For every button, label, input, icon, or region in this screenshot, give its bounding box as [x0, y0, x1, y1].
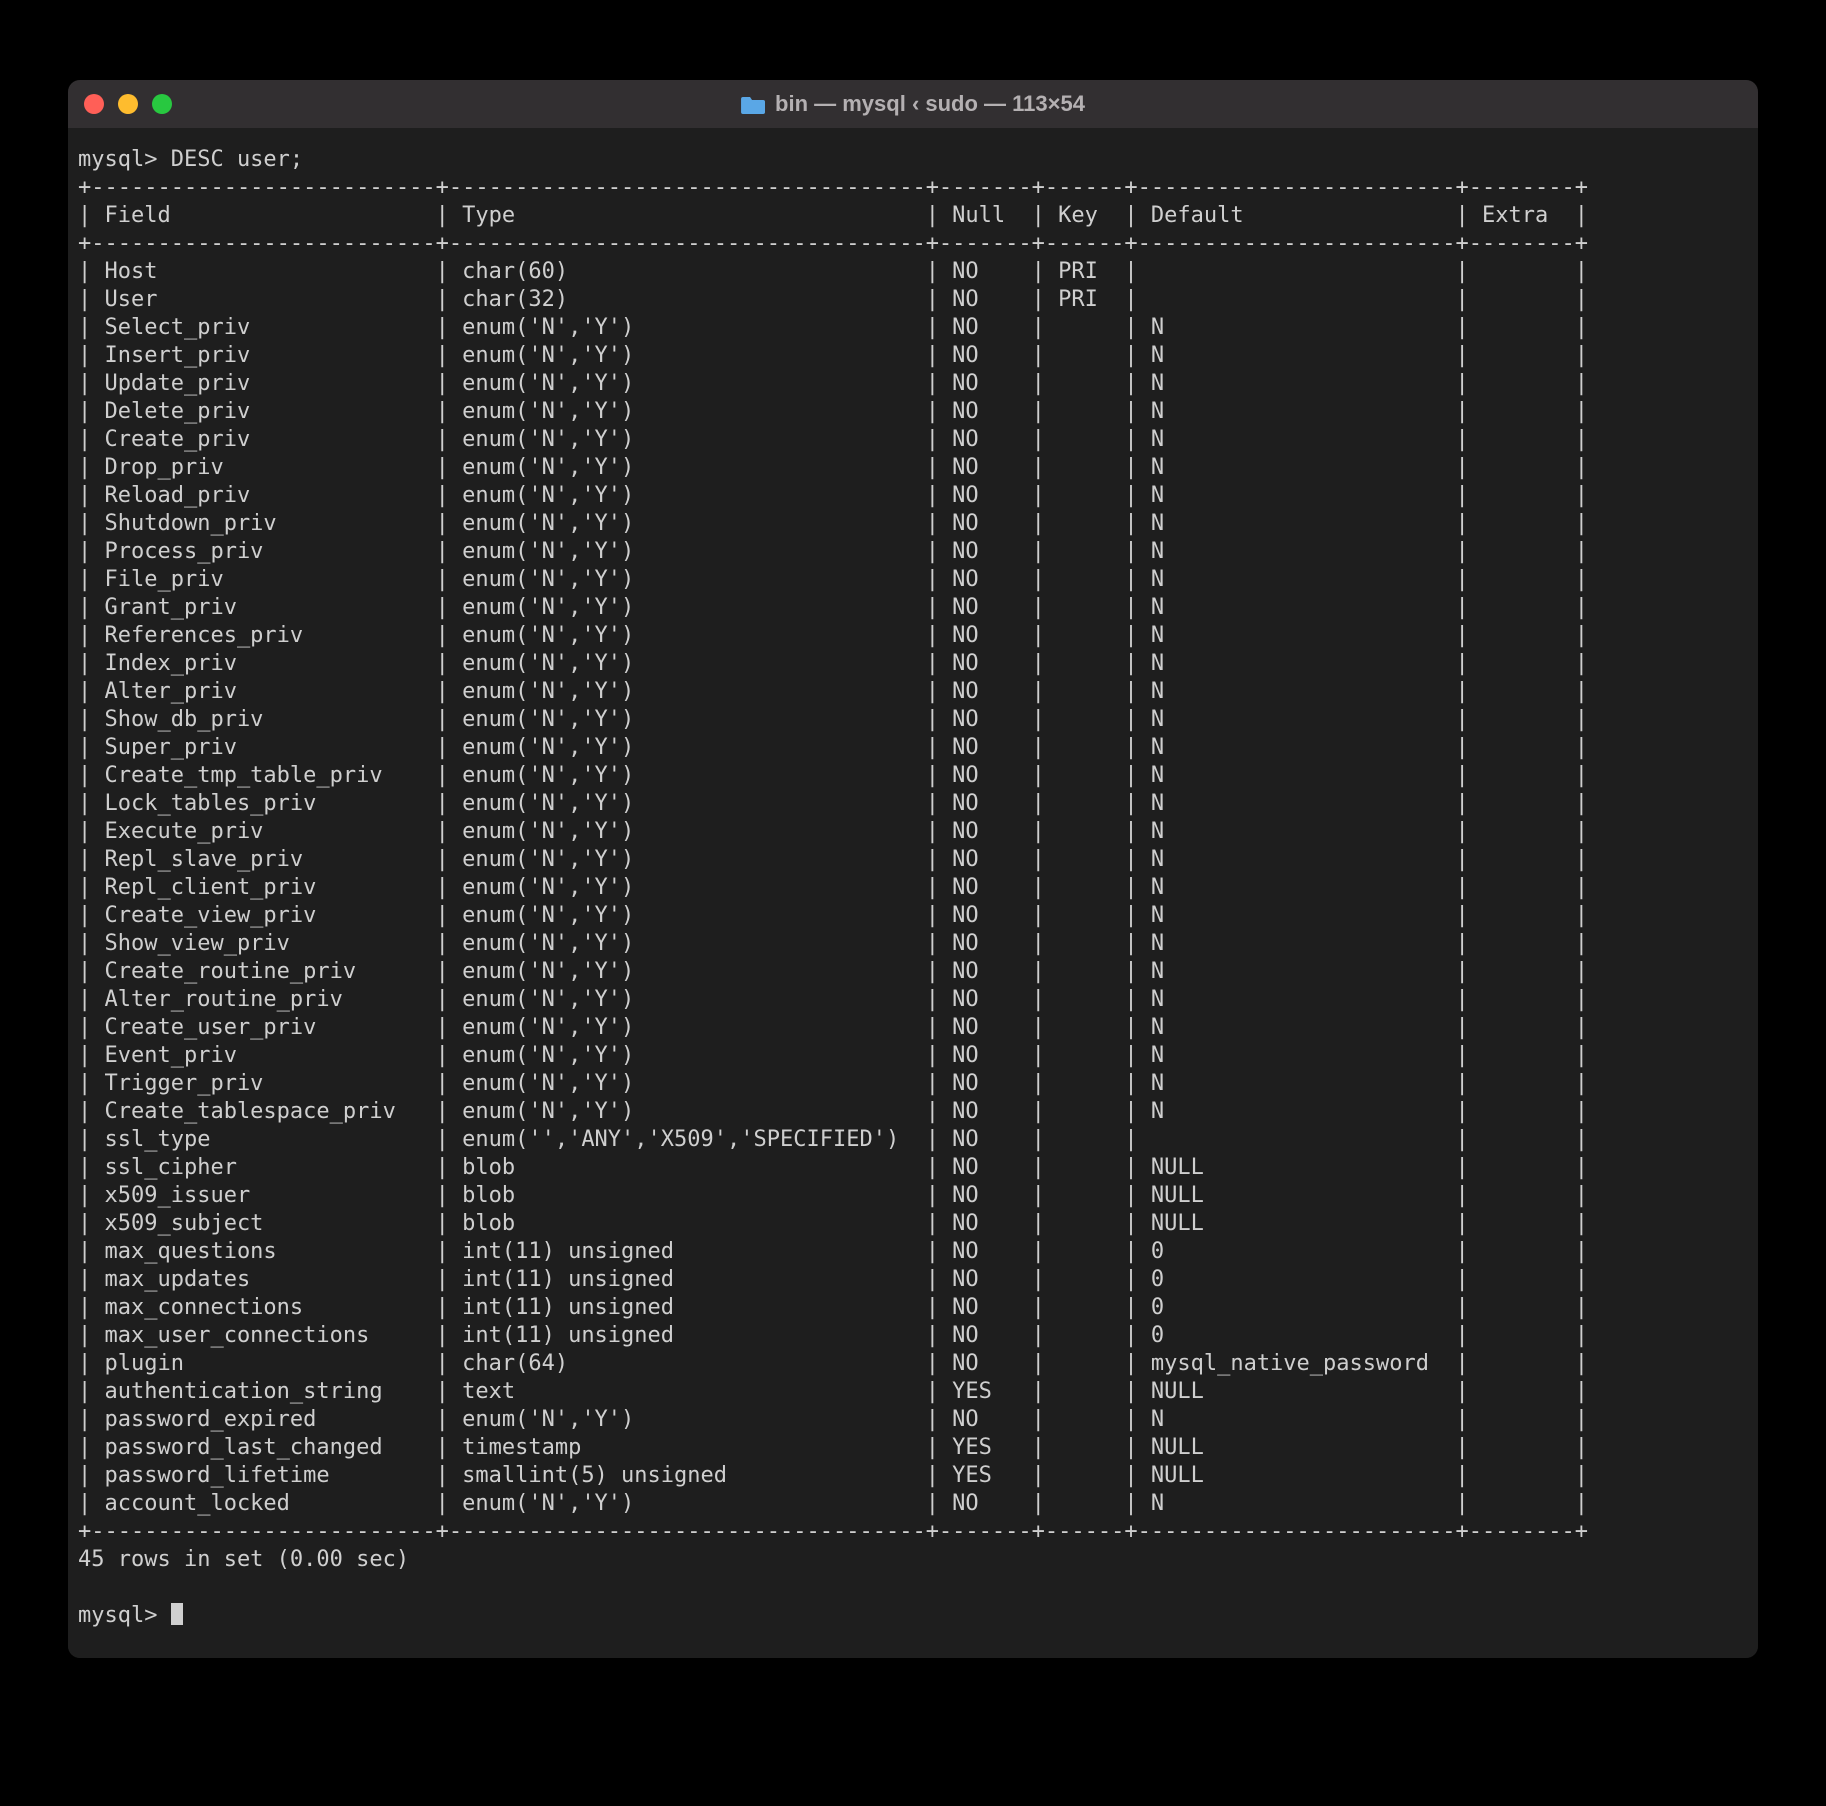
terminal-window: bin — mysql ‹ sudo — 113×54 mysql> DESC … — [68, 80, 1758, 1658]
terminal-output[interactable]: mysql> DESC user; +---------------------… — [68, 128, 1758, 1658]
minimize-icon[interactable] — [118, 94, 138, 114]
maximize-icon[interactable] — [152, 94, 172, 114]
window-title: bin — mysql ‹ sudo — 113×54 — [741, 91, 1085, 117]
close-icon[interactable] — [84, 94, 104, 114]
cursor — [171, 1603, 183, 1625]
titlebar: bin — mysql ‹ sudo — 113×54 — [68, 80, 1758, 128]
traffic-lights — [84, 94, 172, 114]
window-title-text: bin — mysql ‹ sudo — 113×54 — [775, 91, 1085, 117]
folder-icon — [741, 94, 765, 114]
